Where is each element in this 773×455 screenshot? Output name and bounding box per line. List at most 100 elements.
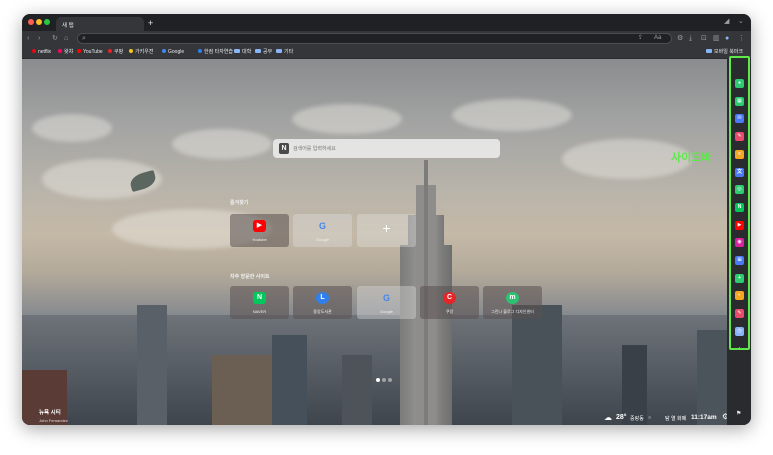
frequent-site-tile[interactable]: C 쿠팡	[420, 286, 479, 319]
favorite-tile[interactable]: +	[357, 214, 416, 247]
frequent-site-tile[interactable]: m 그린나 블로그 디자인센터	[483, 286, 542, 319]
skyline-building	[697, 330, 727, 425]
skyline-building	[512, 305, 562, 425]
frequent-site-tile[interactable]: G Google	[357, 286, 416, 319]
new-tab-button[interactable]: +	[148, 17, 153, 29]
page-dot[interactable]	[382, 378, 386, 382]
site-favicon-icon: ▶	[253, 220, 266, 232]
page-indicator	[376, 369, 394, 387]
skyline-building	[342, 355, 372, 425]
folder-icon	[255, 49, 261, 53]
minimize-window-button[interactable]	[36, 19, 42, 25]
bookmark-item[interactable]: 가키우젼	[129, 49, 153, 56]
translate-icon[interactable]: Aa	[654, 34, 661, 43]
clock-time: 11:17am	[691, 414, 717, 421]
tab-new-tab[interactable]: 새 탭	[56, 17, 144, 31]
weather-temp: 28°	[616, 414, 627, 421]
share-icon[interactable]: ⇪	[638, 34, 643, 43]
bookmark-item[interactable]: 기타	[276, 49, 293, 56]
bookmark-label: 쿠팡	[114, 49, 124, 55]
tab-bar: 새 탭 + ◢ ⌄	[22, 14, 751, 31]
frequent-site-tile[interactable]: L 중앙도서관	[293, 286, 352, 319]
bookmark-label: 왓챠	[64, 49, 74, 55]
capture-icon[interactable]: ⊡	[701, 34, 707, 43]
bookmark-item[interactable]: YouTube	[77, 49, 103, 56]
new-tab-page: N 즐겨찾기 ▶ Youtube G Google + 자주 방문한 사이트 N NAVE…	[22, 59, 751, 425]
skyline-building	[137, 305, 167, 425]
favicon-icon	[32, 49, 36, 53]
info-icon[interactable]: ○	[648, 415, 651, 421]
cloud-decoration	[292, 104, 402, 134]
frequent-site-tile[interactable]: N NAVER	[230, 286, 289, 319]
favorite-tile[interactable]: ▶ Youtube	[230, 214, 289, 247]
sidebar-highlight-box	[729, 56, 750, 350]
menu-icon[interactable]: ⋮	[738, 34, 745, 43]
background-caption: 뉴욕 시티 John Fernandez	[39, 408, 68, 423]
bookmark-item[interactable]: 공부	[255, 49, 272, 56]
download-icon[interactable]: ⤓	[689, 34, 692, 43]
frequent-sites-title: 자주 방문한 사이트	[230, 274, 270, 280]
bookmark-item[interactable]: 대학	[234, 49, 251, 56]
sidebar-toggle-icon[interactable]: ▥	[713, 34, 720, 43]
tile-label: 중앙도서관	[313, 309, 332, 314]
page-dot[interactable]	[376, 378, 380, 382]
folder-icon	[706, 49, 712, 53]
maximize-window-button[interactable]	[44, 19, 50, 25]
tile-label: Google	[380, 309, 393, 314]
home-icon[interactable]: ⌂	[64, 34, 68, 43]
sidebar-bottom-icon[interactable]: ⚑	[736, 410, 741, 417]
bookmark-item[interactable]: Google	[162, 49, 184, 56]
bookmark-item[interactable]: 왓챠	[58, 49, 73, 56]
tile-label: 그린나 블로그 디자인센터	[491, 309, 534, 314]
favorite-tile[interactable]: G Google	[293, 214, 352, 247]
site-favicon-icon: G	[318, 221, 326, 231]
edit-label[interactable]: 탐 열 화폐	[665, 415, 686, 422]
bookmark-item[interactable]: 쿠팡	[108, 49, 123, 56]
bookmark-label: 한컴 타자연습	[204, 49, 233, 55]
tile-label: Youtube	[252, 237, 267, 242]
sidebar-annotation-label: 사이드바	[671, 152, 712, 164]
close-window-button[interactable]	[28, 19, 34, 25]
reload-icon[interactable]: ↻	[52, 34, 58, 43]
favicon-icon	[162, 49, 166, 53]
page-dot[interactable]	[388, 378, 392, 382]
cloud-decoration	[172, 129, 272, 159]
toolbar: ‹ › ↻ ⌂ ⌕ ⇪ Aa ⚙ ⤓ ⊡ ▥ ● ⋮	[22, 31, 751, 46]
extension-icon[interactable]: ⚙	[677, 34, 683, 43]
site-favicon-icon: L	[316, 292, 329, 304]
search-icon: ⌕	[82, 35, 86, 42]
add-shortcut-icon: +	[382, 220, 391, 236]
tab-title: 새 탭	[62, 23, 74, 29]
favicon-icon	[198, 49, 202, 53]
forward-icon[interactable]: ›	[38, 34, 40, 43]
back-icon[interactable]: ‹	[27, 34, 29, 43]
tile-label: Google	[316, 237, 329, 242]
bookmark-item[interactable]: 한컴 타자연습	[198, 49, 233, 56]
naver-logo: N	[279, 143, 289, 154]
skyline-building	[212, 355, 272, 425]
address-input[interactable]	[92, 34, 632, 43]
tile-label: 쿠팡	[445, 309, 454, 314]
skyline-building	[622, 345, 647, 425]
folder-icon	[234, 49, 240, 53]
bookmark-label: Google	[168, 49, 185, 55]
bookmarks-bar: netflix 왓챠 YouTube 쿠팡 가키우젼 Google 한컴 타자연습 대학 공부 기…	[22, 46, 751, 59]
bookmark-item[interactable]: netflix	[32, 49, 51, 56]
account-icon[interactable]: ●	[725, 34, 729, 43]
chevron-down-icon[interactable]: ⌄	[738, 17, 744, 25]
weather-place[interactable]: 중랑동	[630, 415, 644, 422]
bookmark-label: YouTube	[83, 49, 103, 55]
bookmark-label: netflix	[38, 49, 52, 55]
cloud-decoration	[452, 99, 572, 131]
search-input[interactable]	[293, 143, 493, 154]
mobile-bookmarks-folder[interactable]: 모바일 북마크	[706, 49, 743, 56]
bookmark-label: 모바일 북마크	[714, 49, 743, 55]
profile-icon[interactable]: ◢	[724, 17, 729, 25]
search-box[interactable]: N	[273, 139, 500, 158]
site-favicon-icon: N	[253, 292, 266, 304]
favicon-icon	[58, 49, 62, 53]
address-bar[interactable]: ⌕ ⇪ Aa	[77, 33, 672, 44]
favicon-icon	[108, 49, 112, 53]
background-credit: John Fernandez	[39, 418, 68, 423]
cloud-icon: ☁	[604, 413, 612, 422]
